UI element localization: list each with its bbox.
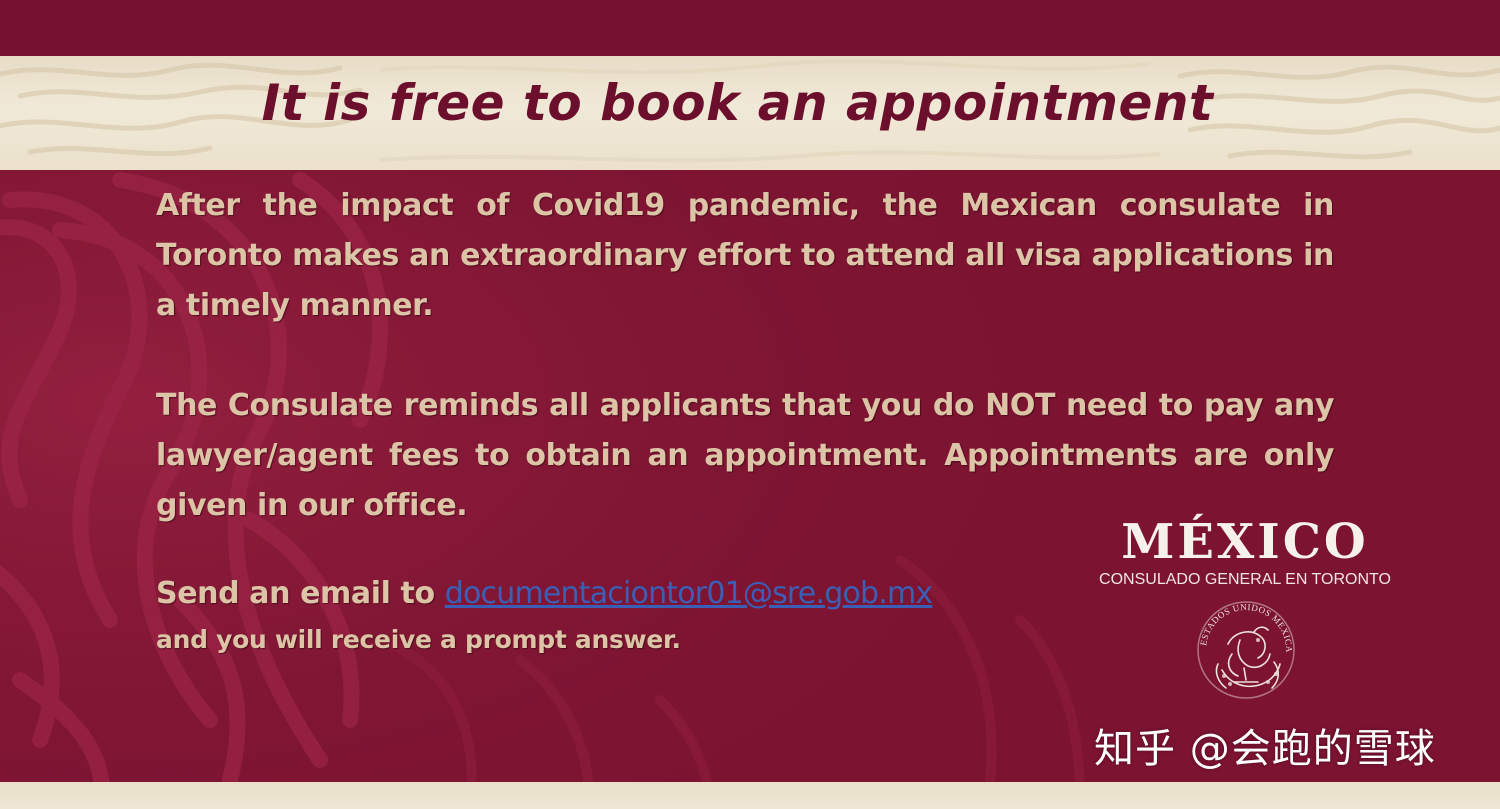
brand-subtitle: CONSULADO GENERAL EN TORONTO [1099,571,1391,588]
consulate-brand: MÉXICO CONSULADO GENERAL EN TORONTO [1080,512,1410,590]
page-title: It is free to book an appointment [261,74,1214,132]
announcement-slide: It is free to book an appointment After … [0,0,1500,809]
top-band [0,0,1500,56]
answer-line: and you will receive a prompt answer. [156,625,681,654]
email-prefix: Send an email to [156,576,445,611]
seal-text: ESTADOS UNIDOS MEXICANOS [1188,592,1294,653]
coat-of-arms-seal-icon: ESTADOS UNIDOS MEXICANOS [1188,592,1295,699]
bottom-band [0,782,1500,809]
paragraph-no-fees-reminder: The Consulate reminds all applicants tha… [156,388,1334,523]
email-line: Send an email to documentaciontor01@sre.… [156,570,933,618]
source-watermark: 知乎 @会跑的雪球 [1094,726,1436,772]
brand-name: MÉXICO [1121,514,1369,570]
email-link[interactable]: documentaciontor01@sre.gob.mx [445,576,933,611]
title-band: It is free to book an appointment [0,56,1500,170]
paragraph-covid-effort: After the impact of Covid19 pandemic, th… [156,188,1334,323]
